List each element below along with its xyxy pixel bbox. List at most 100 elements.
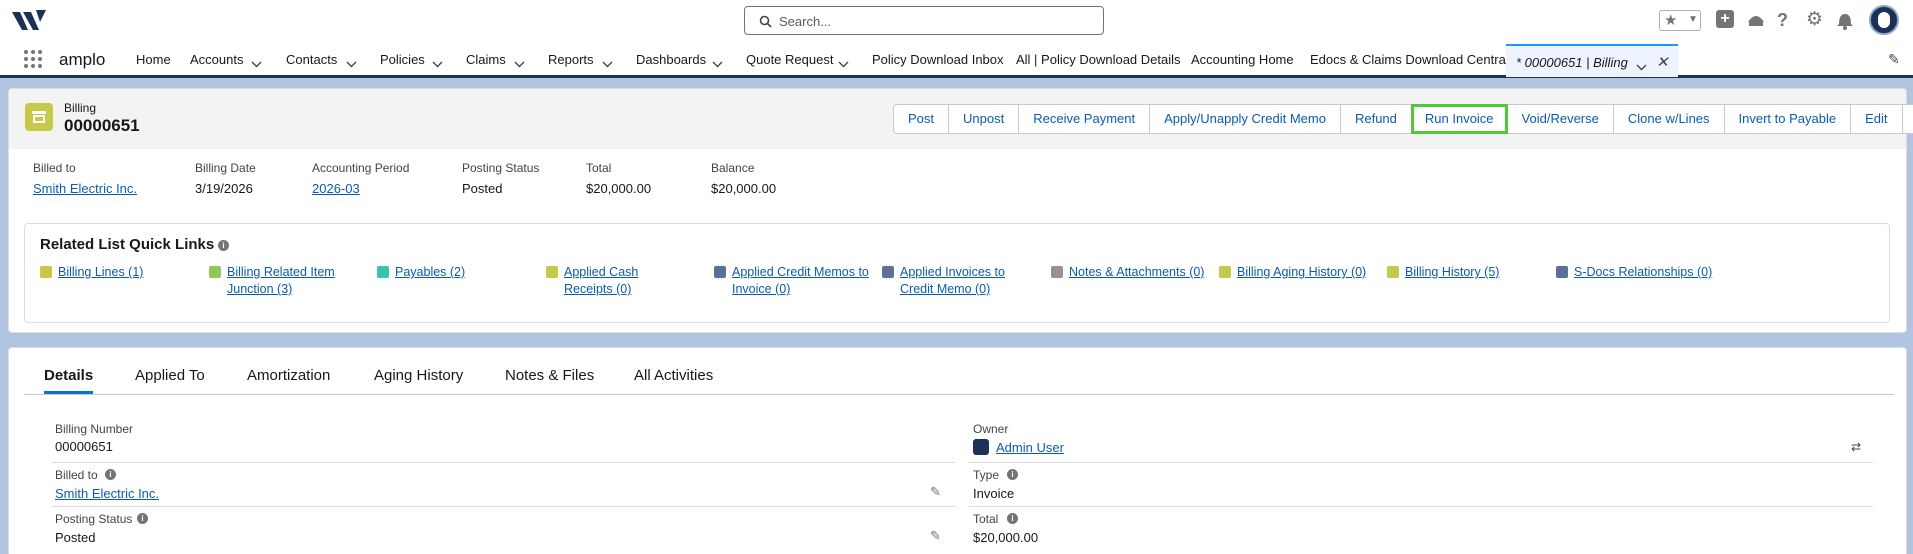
owner-label: Owner — [973, 422, 1009, 436]
unpost-button[interactable]: Unpost — [948, 104, 1020, 134]
tab-applied-to[interactable]: Applied To — [135, 367, 205, 384]
chevron-down-icon[interactable] — [602, 56, 613, 71]
accounting-period-link[interactable]: 2026-03 — [312, 181, 360, 196]
field-label: Accounting Period — [312, 161, 410, 175]
billed-to-link[interactable]: Smith Electric Inc. — [55, 486, 159, 501]
record-highlights-card: Billing 00000651 Post Unpost Receive Pay… — [8, 88, 1913, 333]
billed-to-label: Billed to — [55, 468, 98, 482]
bell-icon[interactable] — [1836, 10, 1854, 30]
app-launcher-icon[interactable] — [24, 50, 44, 70]
record-name: 00000651 — [64, 116, 140, 135]
favorites-button[interactable]: ★ ▼ — [1659, 10, 1701, 31]
tab-amortization[interactable]: Amortization — [247, 367, 330, 384]
tab-active-record[interactable]: * 00000651 | Billing ✕ — [1506, 44, 1678, 77]
gear-icon[interactable]: ⚙ — [1806, 8, 1823, 31]
field-label: Billing Date — [195, 161, 256, 175]
field-label: Balance — [711, 161, 755, 175]
star-icon: ★ — [1664, 12, 1678, 29]
nav-item-dashboards[interactable]: Dashboards — [636, 52, 706, 67]
info-icon[interactable]: i — [218, 240, 229, 251]
chevron-down-icon[interactable] — [346, 56, 357, 71]
record-header: Billing 00000651 Post Unpost Receive Pay… — [9, 89, 1913, 149]
divider — [51, 506, 955, 507]
global-search-input[interactable]: Search... — [744, 6, 1104, 35]
run-invoice-button[interactable]: Run Invoice — [1410, 104, 1508, 134]
app-nav-bar: amplo Home Accounts Contacts Policies Cl… — [0, 42, 1913, 78]
info-icon[interactable]: i — [1007, 513, 1018, 524]
notes-icon — [1051, 266, 1063, 278]
change-owner-icon[interactable]: ⇄ — [1851, 440, 1861, 454]
chevron-down-icon[interactable] — [251, 56, 262, 71]
payables-icon — [377, 266, 389, 278]
total-label: Total — [973, 512, 999, 526]
post-button[interactable]: Post — [893, 104, 950, 134]
search-icon — [759, 15, 772, 28]
edit-nav-icon[interactable]: ✎ — [1888, 51, 1900, 68]
info-icon[interactable]: i — [137, 513, 148, 524]
close-icon[interactable]: ✕ — [1656, 53, 1669, 71]
divider — [969, 462, 1873, 463]
tab-all-activities[interactable]: All Activities — [634, 367, 713, 384]
type-value: Invoice — [973, 486, 1015, 501]
field-label: Billed to — [33, 161, 76, 175]
info-icon[interactable]: i — [105, 469, 116, 480]
trailhead-icon[interactable] — [1746, 10, 1766, 30]
more-actions-dropdown[interactable]: ▼ — [1901, 104, 1913, 134]
type-label: Type — [973, 468, 1000, 482]
billing-object-icon — [25, 103, 53, 131]
void-reverse-button[interactable]: Void/Reverse — [1506, 104, 1614, 134]
related-item-icon — [209, 266, 221, 278]
posting-status-label: Posting Status — [55, 512, 133, 526]
tab-details[interactable]: Details — [44, 367, 94, 394]
nav-item-contacts[interactable]: Contacts — [286, 52, 337, 67]
edit-pencil-icon[interactable]: ✎ — [930, 484, 941, 500]
nav-item-policy-download-details[interactable]: All | Policy Download Details — [1016, 52, 1181, 67]
billed-to-link[interactable]: Smith Electric Inc. — [33, 181, 137, 196]
clone-with-lines-button[interactable]: Clone w/Lines — [1612, 104, 1725, 134]
aging-history-icon — [1219, 266, 1231, 278]
info-icon[interactable]: i — [1007, 469, 1018, 480]
nav-item-accounts[interactable]: Accounts — [190, 52, 243, 67]
edit-pencil-icon[interactable]: ✎ — [930, 528, 941, 544]
total-value: $20,000.00 — [973, 530, 1039, 545]
wrench-icon — [882, 266, 894, 278]
chevron-down-icon[interactable] — [712, 56, 723, 71]
chevron-down-icon[interactable] — [514, 56, 525, 71]
chevron-down-icon[interactable]: ▼ — [1688, 14, 1698, 25]
apply-credit-memo-button[interactable]: Apply/Unapply Credit Memo — [1149, 104, 1341, 134]
posting-status-value: Posted — [55, 530, 96, 545]
nav-item-policy-download-inbox[interactable]: Policy Download Inbox — [872, 52, 1004, 67]
avatar-icon — [1878, 12, 1890, 28]
nav-item-accounting-home[interactable]: Accounting Home — [1191, 52, 1294, 67]
chevron-down-icon[interactable] — [1636, 59, 1647, 74]
tab-notes-files[interactable]: Notes & Files — [505, 367, 594, 384]
owner-link[interactable]: Admin User — [996, 440, 1064, 455]
nav-item-claims[interactable]: Claims — [466, 52, 506, 67]
total-value: $20,000.00 — [586, 181, 652, 196]
object-label: Billing — [64, 101, 97, 115]
divider — [51, 462, 955, 463]
nav-item-edocs-claims[interactable]: Edocs & Claims Download Central — [1310, 52, 1509, 67]
avatar[interactable] — [1869, 5, 1899, 35]
nav-item-quote-request[interactable]: Quote Request — [746, 52, 833, 67]
user-icon — [973, 439, 989, 455]
nav-item-policies[interactable]: Policies — [380, 52, 425, 67]
global-header: Search... ★ ▼ + ? ⚙ — [0, 0, 1913, 42]
chevron-down-icon[interactable] — [838, 56, 849, 71]
app-logo-icon[interactable] — [12, 8, 48, 34]
invert-to-payable-button[interactable]: Invert to Payable — [1723, 104, 1852, 134]
edit-button[interactable]: Edit — [1850, 104, 1903, 134]
cash-receipts-icon — [546, 266, 558, 278]
field-label: Posting Status — [462, 161, 540, 175]
related-list-quick-links: Related List Quick Links i Billing Lines… — [24, 223, 1890, 323]
add-icon[interactable]: + — [1716, 10, 1734, 28]
tab-aging-history[interactable]: Aging History — [374, 367, 463, 384]
billing-lines-icon — [40, 266, 52, 278]
refund-button[interactable]: Refund — [1339, 104, 1412, 134]
help-icon[interactable]: ? — [1777, 10, 1788, 31]
receive-payment-button[interactable]: Receive Payment — [1018, 104, 1151, 134]
nav-item-home[interactable]: Home — [136, 52, 171, 67]
chevron-down-icon[interactable] — [432, 56, 443, 71]
nav-item-reports[interactable]: Reports — [548, 52, 594, 67]
related-list-title: Related List Quick Links — [40, 236, 215, 253]
